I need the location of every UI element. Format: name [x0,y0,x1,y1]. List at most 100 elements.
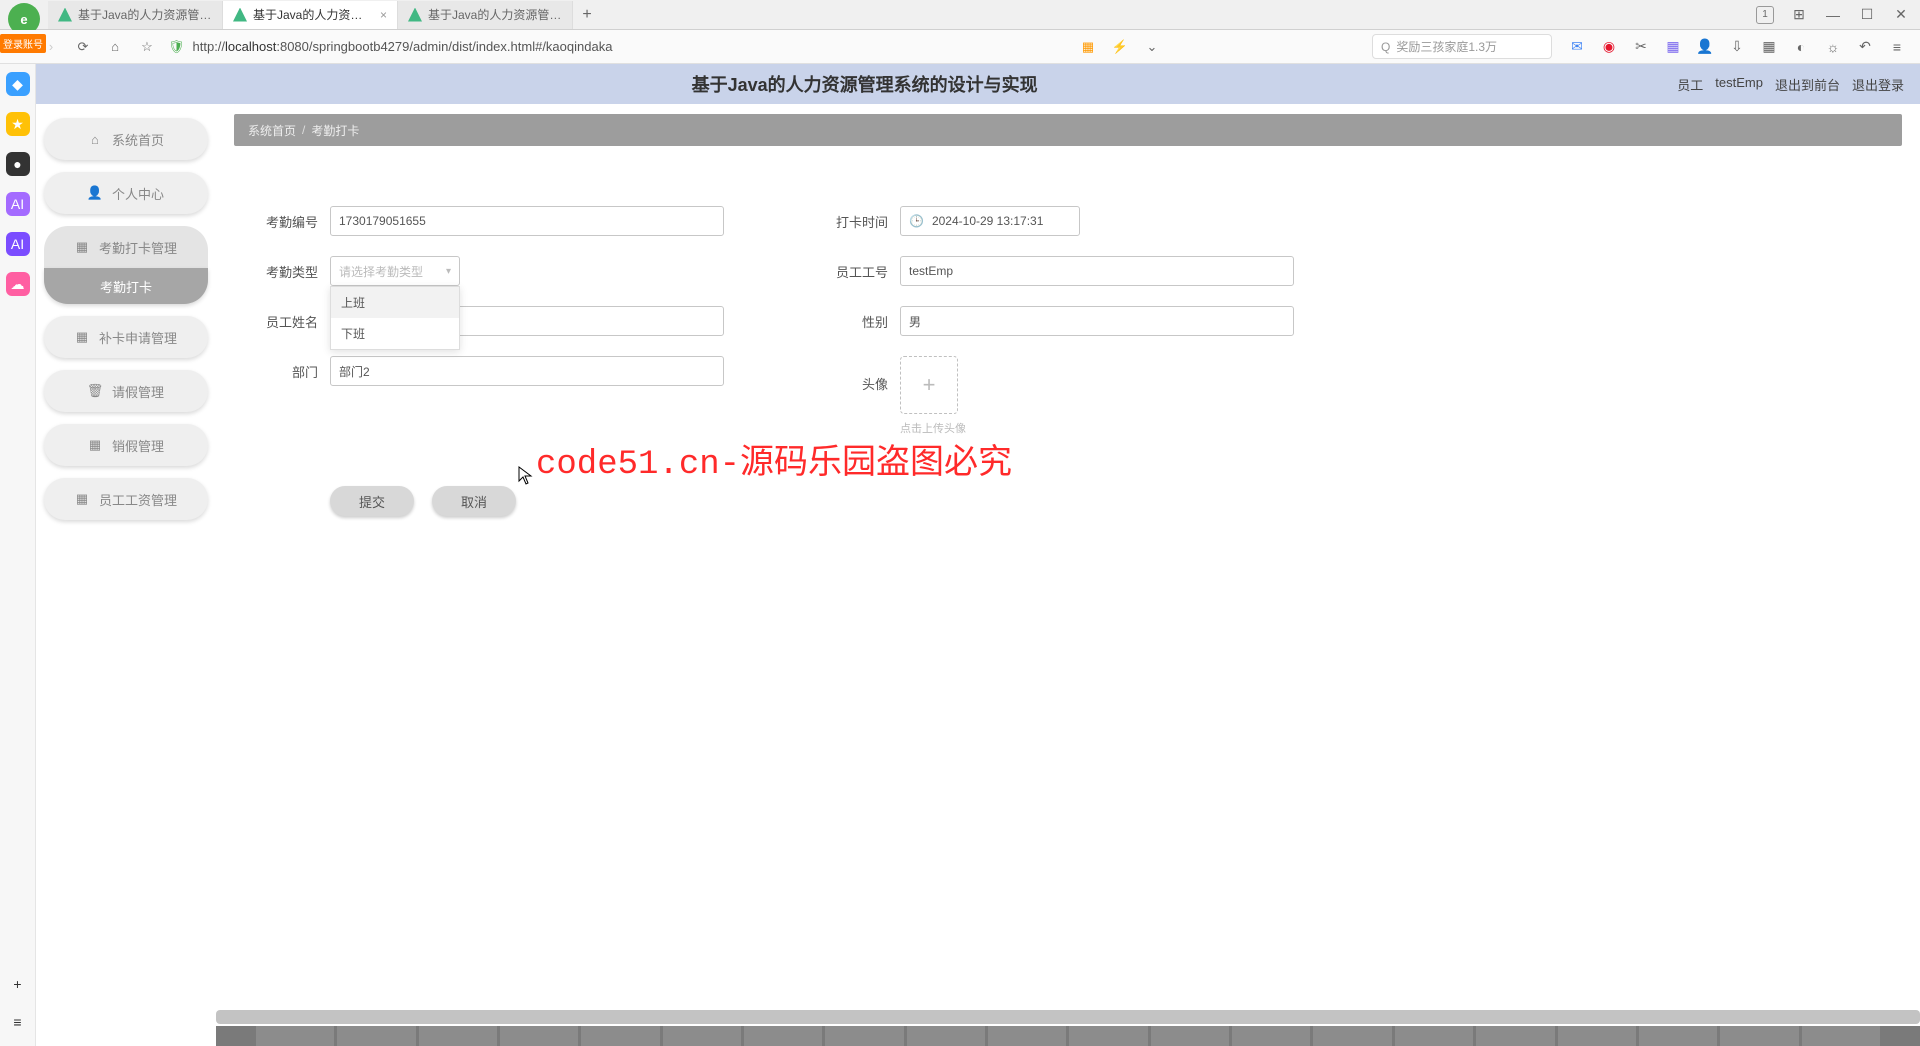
nav-attendance-mgmt[interactable]: ▦ 考勤打卡管理 [44,226,208,268]
taskbar-slot[interactable] [1802,1026,1880,1046]
time-value: 2024-10-29 13:17:31 [932,214,1043,228]
side-icon-3[interactable]: ● [6,152,30,176]
weibo-icon[interactable]: ◉ [1600,38,1618,56]
search-box[interactable]: Q 奖励三孩家庭1.3万 [1372,34,1552,59]
nav-salary[interactable]: ▦ 员工工资管理 [44,478,208,520]
qr-icon[interactable]: ▦ [1077,36,1099,58]
breadcrumb-root[interactable]: 系统首页 [248,122,296,139]
side-icon-5[interactable]: AI [6,232,30,256]
nav-label: 考勤打卡管理 [99,238,177,257]
submit-button[interactable]: 提交 [330,486,414,516]
search-icon: Q [1381,40,1390,54]
nav-leave[interactable]: 🗑 请假管理 [44,370,208,412]
extensions-icon[interactable]: ⊞ [1790,6,1808,24]
breadcrumb-current: 考勤打卡 [311,122,359,139]
chevron-down-icon[interactable]: ⌄ [1141,36,1163,58]
nav-makeup[interactable]: ▦ 补卡申请管理 [44,316,208,358]
taskbar-slot[interactable] [1639,1026,1717,1046]
tab-1[interactable]: 基于Java的人力资源管理系统的 × [223,1,398,29]
bolt-icon[interactable]: ⚡ [1109,36,1131,58]
taskbar-slot[interactable] [988,1026,1066,1046]
nav-attendance-checkin[interactable]: 考勤打卡 [44,268,208,304]
form-col-left: 考勤编号 考勤类型 请选择考勤类型 ▾ 上班 下班 [254,206,724,516]
taskbar-slot[interactable] [663,1026,741,1046]
taskbar-slot[interactable] [1476,1026,1554,1046]
tab-strip: 基于Java的人力资源管理系统的 基于Java的人力资源管理系统的 × 基于Ja… [0,0,1920,30]
taskbar-slot[interactable] [744,1026,822,1046]
taskbar-slot[interactable] [907,1026,985,1046]
input-gender[interactable] [900,306,1294,336]
breadcrumb-sep: / [302,123,305,137]
reader-icon[interactable]: 1 [1756,6,1774,24]
scrollbar-horizontal[interactable] [216,1010,1920,1024]
side-icon-6[interactable]: ☁ [6,272,30,296]
dropdown-option-offduty[interactable]: 下班 [331,318,459,349]
avatar-upload[interactable]: + [900,356,958,414]
dropdown-type: 上班 下班 [330,286,460,350]
side-add-icon[interactable]: + [6,972,30,996]
label-time: 打卡时间 [824,212,888,231]
side-icon-2[interactable]: ★ [6,112,30,136]
window-close-icon[interactable]: ✕ [1892,6,1910,24]
download-icon[interactable]: ⇩ [1728,38,1746,56]
taskbar [216,1026,1920,1046]
nav-cancel-leave[interactable]: ▦ 销假管理 [44,424,208,466]
taskbar-slot[interactable] [256,1026,334,1046]
clock-icon: 🕒 [909,214,924,228]
dropdown-option-onduty[interactable]: 上班 [331,287,459,318]
cancel-button[interactable]: 取消 [432,486,516,516]
taskbar-slot[interactable] [1069,1026,1147,1046]
taskbar-slot[interactable] [1558,1026,1636,1046]
tab-0[interactable]: 基于Java的人力资源管理系统的 [48,1,223,29]
toolbar-icons: ✉ ◉ ✂ ▦ 👤 ⇩ ▦ ◐ ☼ ↶ ≡ [1562,38,1912,56]
taskbar-slot[interactable] [1720,1026,1798,1046]
reload-button[interactable]: ⟳ [72,36,94,58]
side-menu-icon[interactable]: ≡ [6,1010,30,1034]
tab-2[interactable]: 基于Java的人力资源管理系统的 [398,1,573,29]
grid-icon[interactable]: ▦ [1664,38,1682,56]
new-tab-button[interactable]: + [573,6,601,24]
taskbar-slot[interactable] [581,1026,659,1046]
nav-home[interactable]: ⌂ 系统首页 [44,118,208,160]
taskbar-slot[interactable] [825,1026,903,1046]
home-button[interactable]: ⌂ [104,36,126,58]
side-icon-4[interactable]: AI [6,192,30,216]
undo-icon[interactable]: ↶ [1856,38,1874,56]
search-placeholder: 奖励三孩家庭1.3万 [1396,38,1497,55]
apps-icon[interactable]: ▦ [1760,38,1778,56]
taskbar-slot[interactable] [419,1026,497,1046]
nav-profile[interactable]: 👤 个人中心 [44,172,208,214]
url-box[interactable]: 🛡 http://localhost:8080/springbootb4279/… [168,39,868,55]
nav-label: 考勤打卡 [100,277,152,296]
minimize-icon[interactable]: — [1824,6,1842,24]
scissors-icon[interactable]: ✂ [1632,38,1650,56]
user-area: 员工 testEmp 退出到前台 退出登录 [1677,75,1904,94]
input-empid[interactable] [900,256,1294,286]
gear-icon[interactable]: ☼ [1824,38,1842,56]
link-logout[interactable]: 退出登录 [1852,75,1904,94]
taskbar-slot[interactable] [1395,1026,1473,1046]
side-icon-1[interactable]: ◆ [6,72,30,96]
input-time[interactable]: 🕒 2024-10-29 13:17:31 [900,206,1080,236]
circle-icon[interactable]: ◐ [1792,38,1810,56]
plus-icon: + [923,372,936,398]
form: 考勤编号 考勤类型 请选择考勤类型 ▾ 上班 下班 [234,146,1902,536]
user-icon[interactable]: 👤 [1696,38,1714,56]
taskbar-slot[interactable] [1232,1026,1310,1046]
input-number[interactable] [330,206,724,236]
taskbar-slot[interactable] [1313,1026,1391,1046]
close-icon[interactable]: × [380,8,387,22]
taskbar-slot[interactable] [337,1026,415,1046]
user-role: 员工 [1677,75,1703,94]
field-time: 打卡时间 🕒 2024-10-29 13:17:31 [824,206,1294,236]
menu-icon[interactable]: ≡ [1888,38,1906,56]
mail-icon[interactable]: ✉ [1568,38,1586,56]
taskbar-slot[interactable] [500,1026,578,1046]
select-type[interactable]: 请选择考勤类型 ▾ [330,256,460,286]
input-dept[interactable] [330,356,724,386]
taskbar-slot[interactable] [1151,1026,1229,1046]
form-col-right: 打卡时间 🕒 2024-10-29 13:17:31 员工工号 性别 [824,206,1294,516]
link-front[interactable]: 退出到前台 [1775,75,1840,94]
maximize-icon[interactable]: ☐ [1858,6,1876,24]
favorite-button[interactable]: ☆ [136,36,158,58]
